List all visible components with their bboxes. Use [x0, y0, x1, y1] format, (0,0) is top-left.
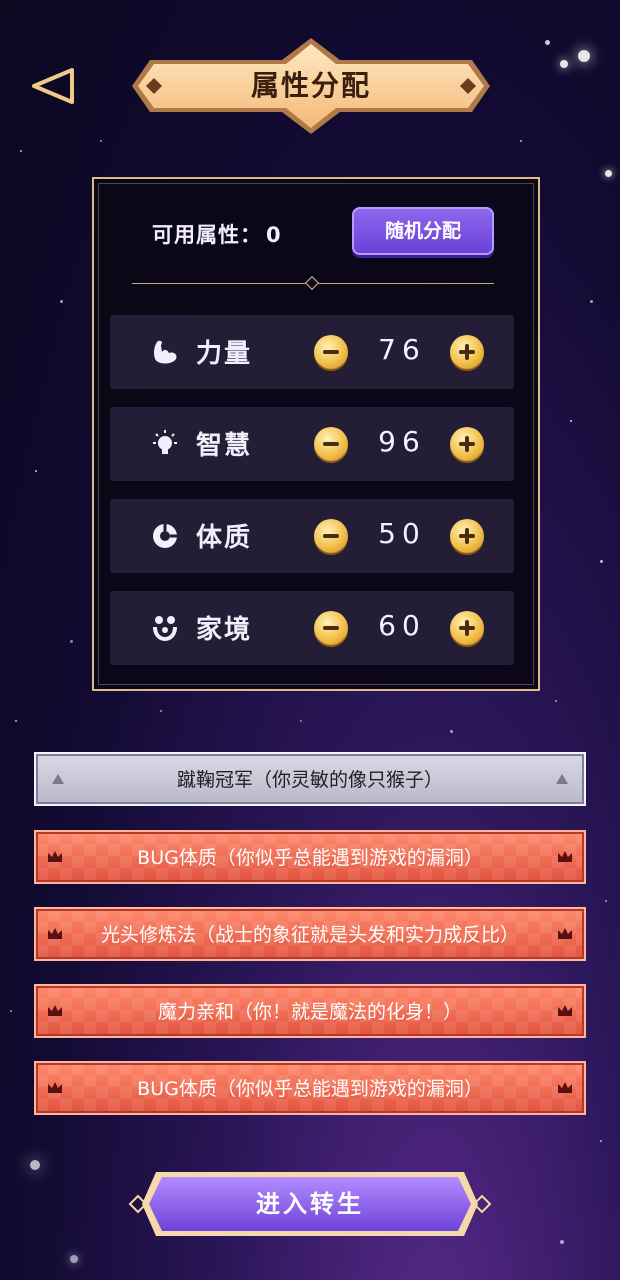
divider — [132, 275, 494, 291]
increase-button[interactable] — [450, 611, 484, 645]
talent-label: BUG体质（你似乎总能遇到游戏的漏洞） — [137, 1078, 483, 1100]
talent-card[interactable]: 光头修炼法（战士的象征就是头发和实力成反比） — [34, 907, 586, 961]
attribute-row-family: 家境 60 — [110, 591, 514, 665]
attribute-name: 家境 — [196, 615, 253, 645]
decrease-button[interactable] — [314, 519, 348, 553]
attribute-name: 力量 — [196, 339, 253, 369]
talent-card[interactable]: BUG体质（你似乎总能遇到游戏的漏洞） — [34, 1061, 586, 1115]
decrease-button[interactable] — [314, 611, 348, 645]
attribute-value: 60 — [378, 609, 426, 642]
muscle-icon — [154, 340, 177, 364]
attribute-value: 76 — [378, 333, 426, 366]
available-points-label: 可用属性： — [152, 223, 262, 247]
constitution-icon — [153, 524, 177, 548]
back-arrow-icon — [32, 68, 74, 104]
attribute-panel: 可用属性： 0 随机分配 力量 76 智慧 96 体质 50 家境 60 — [92, 177, 540, 691]
available-points-value: 0 — [266, 223, 282, 247]
talent-label: 光头修炼法（战士的象征就是头发和实力成反比） — [100, 924, 519, 946]
increase-button[interactable] — [450, 519, 484, 553]
lightbulb-icon — [153, 430, 177, 454]
talent-card[interactable]: 蹴鞠冠军（你灵敏的像只猴子） — [34, 752, 586, 806]
attribute-name: 体质 — [196, 523, 253, 553]
attribute-name: 智慧 — [196, 431, 253, 461]
enter-reincarnation-button[interactable]: 进入转生 — [126, 1166, 494, 1242]
attribute-row-constitution: 体质 50 — [110, 499, 514, 573]
talent-card[interactable]: 魔力亲和（你！就是魔法的化身！） — [34, 984, 586, 1038]
random-allocate-button[interactable]: 随机分配 — [352, 207, 494, 255]
attribute-row-wisdom: 智慧 96 — [110, 407, 514, 481]
attribute-value: 50 — [378, 517, 426, 550]
title-banner: 属性分配 — [128, 36, 494, 136]
attribute-value: 96 — [378, 425, 426, 458]
talent-label: 魔力亲和（你！就是魔法的化身！） — [157, 1001, 462, 1023]
family-icon — [153, 616, 177, 641]
decrease-button[interactable] — [314, 335, 348, 369]
back-button[interactable] — [30, 66, 76, 106]
increase-button[interactable] — [450, 427, 484, 461]
talent-label: BUG体质（你似乎总能遇到游戏的漏洞） — [137, 847, 483, 869]
attribute-row-strength: 力量 76 — [110, 315, 514, 389]
decrease-button[interactable] — [314, 427, 348, 461]
page-title: 属性分配 — [250, 69, 371, 102]
talent-label: 蹴鞠冠军（你灵敏的像只猴子） — [176, 769, 443, 791]
talent-card[interactable]: BUG体质（你似乎总能遇到游戏的漏洞） — [34, 830, 586, 884]
enter-button-label: 进入转生 — [256, 1190, 364, 1218]
increase-button[interactable] — [450, 335, 484, 369]
available-points: 可用属性： 0 — [152, 219, 282, 249]
